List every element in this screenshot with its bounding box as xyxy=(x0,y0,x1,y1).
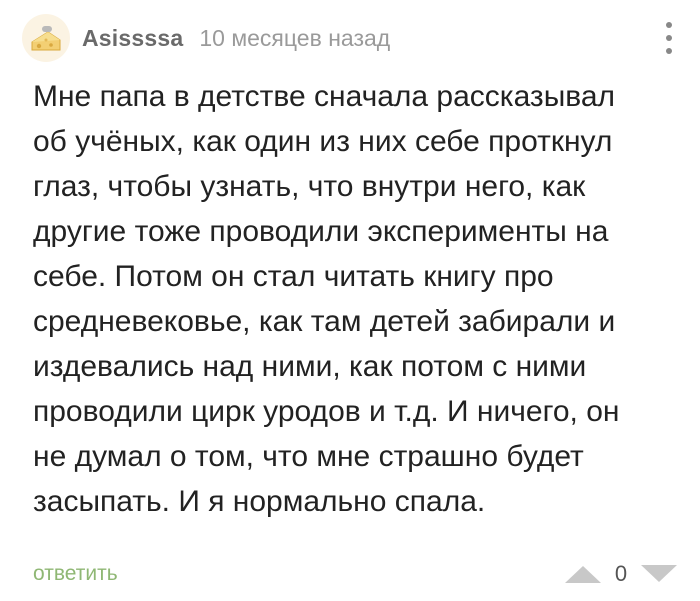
cheese-avatar-icon xyxy=(31,26,61,51)
vertical-dots-icon xyxy=(666,22,672,28)
comment-timestamp: 10 месяцев назад xyxy=(199,24,391,51)
user-avatar[interactable] xyxy=(22,14,70,62)
vertical-dots-icon xyxy=(666,35,672,41)
comment-text: Мне папа в детстве сначала рассказывал о… xyxy=(33,80,620,518)
triangle-up-icon xyxy=(565,566,601,583)
vote-score: 0 xyxy=(614,561,628,586)
comment-footer: ответить 0 xyxy=(33,556,680,592)
vote-controls: 0 xyxy=(562,561,680,587)
more-options-button[interactable] xyxy=(658,18,680,58)
vertical-dots-icon xyxy=(666,48,672,54)
reply-link[interactable]: ответить xyxy=(33,562,118,586)
downvote-button[interactable] xyxy=(638,563,680,585)
comment-header: Asissssa 10 месяцев назад xyxy=(22,14,680,62)
triangle-down-icon xyxy=(641,565,677,582)
username[interactable]: Asissssa xyxy=(82,25,183,52)
upvote-button[interactable] xyxy=(562,563,604,585)
